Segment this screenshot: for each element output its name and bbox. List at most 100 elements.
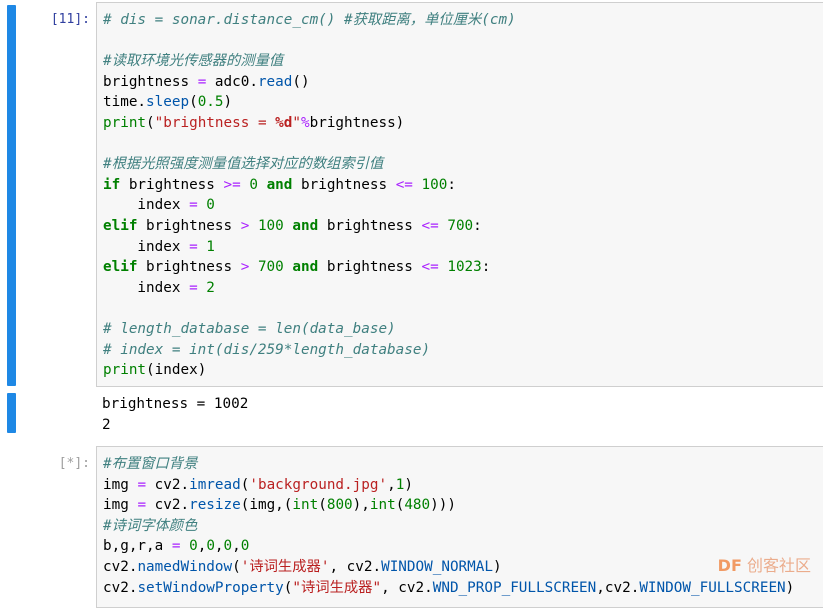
code-token: (index) — [146, 362, 207, 379]
code-line: #读取环境光传感器的测量值 — [103, 51, 823, 72]
code-token: <= — [395, 176, 413, 193]
code-token: = — [197, 73, 207, 90]
code-token: int — [369, 497, 396, 514]
code-token: 0 — [223, 538, 233, 555]
code-token: 1023 — [447, 259, 482, 276]
code-token: brightness — [103, 73, 198, 90]
code-token: namedWindow — [137, 558, 233, 575]
code-token: : — [473, 217, 482, 234]
cell-1-input[interactable]: # dis = sonar.distance_cm() #获取距离，单位厘米(c… — [96, 2, 823, 387]
code-line: img = cv2.resize(img,(int(800),int(480))… — [103, 495, 823, 516]
cell-selection-bar[interactable] — [7, 5, 16, 386]
output-collapse-bar[interactable] — [7, 393, 16, 433]
cell-1-code[interactable]: # dis = sonar.distance_cm() #获取距离，单位厘米(c… — [97, 3, 823, 381]
code-token: and — [266, 176, 293, 193]
code-token: 0.5 — [197, 94, 224, 111]
code-token: (img,( — [240, 497, 293, 514]
code-line: b,g,r,a = 0,0,0,0 — [103, 536, 823, 557]
code-token: ( — [189, 94, 198, 111]
code-token: index — [103, 238, 190, 255]
code-token: cv2. — [146, 476, 190, 493]
code-line: #诗词字体颜色 — [103, 516, 823, 537]
code-token: = — [189, 197, 198, 214]
code-token: ))) — [430, 497, 456, 514]
code-line: elif brightness > 700 and brightness <= … — [103, 257, 823, 278]
code-token: index — [103, 279, 190, 296]
code-token: 0 — [189, 538, 198, 555]
code-token: time. — [103, 94, 147, 111]
code-token: , — [214, 538, 224, 555]
code-line: cv2.setWindowProperty("诗词生成器", cv2.WND_P… — [103, 578, 823, 599]
code-token: #读取环境光传感器的测量值 — [103, 53, 284, 70]
code-token: #布置窗口背景 — [103, 456, 198, 472]
code-token: 0 — [206, 538, 215, 555]
code-token: = — [137, 476, 147, 493]
code-line: # index = int(dis/259*length_database) — [103, 340, 823, 361]
code-line: #根据光照强度测量值选择对应的数组索引值 — [103, 154, 823, 175]
code-line: if brightness >= 0 and brightness <= 100… — [103, 175, 823, 196]
code-token: brightness — [318, 259, 422, 276]
code-token: ( — [318, 497, 327, 514]
code-token: , — [232, 538, 241, 555]
code-token: = — [137, 497, 147, 514]
code-token: = — [189, 279, 198, 296]
code-token: brightness — [137, 217, 241, 234]
code-line: index = 0 — [103, 195, 823, 216]
code-token: # length_database = len(data_base) — [103, 320, 396, 337]
code-token: 'background.jpg' — [249, 476, 388, 493]
cell-2-code[interactable]: #布置窗口背景 img = cv2.imread('background.jpg'… — [97, 447, 823, 598]
code-token: "brightness = — [154, 114, 276, 131]
code-token: : — [447, 176, 456, 193]
code-token: , cv2. — [329, 558, 382, 575]
code-token: print — [103, 362, 147, 379]
code-token: and — [292, 217, 319, 234]
code-token: <= — [421, 259, 439, 276]
code-token: ( — [232, 558, 241, 575]
code-token: = — [189, 238, 198, 255]
code-token: WINDOW_NORMAL — [381, 558, 493, 575]
code-token: " — [292, 114, 301, 131]
code-token: 0 — [240, 538, 250, 555]
code-token: brightness) — [309, 114, 405, 131]
code-line: brightness = adc0.read() — [103, 72, 823, 93]
code-token: #根据光照强度测量值选择对应的数组索引值 — [103, 156, 384, 173]
code-token: resize — [189, 497, 241, 514]
code-token: #诗词字体颜色 — [103, 517, 198, 534]
code-token: setWindowProperty — [137, 579, 284, 596]
code-token: 0 — [249, 176, 258, 193]
code-token: brightness — [120, 176, 224, 193]
output-line: brightness = 1002 — [102, 396, 249, 412]
code-token: ), — [352, 497, 370, 514]
code-line: # length_database = len(data_base) — [103, 319, 823, 340]
output-line: 2 — [102, 416, 111, 433]
code-token: b,g,r,a — [103, 538, 172, 555]
code-token: if — [103, 176, 121, 193]
code-token: cv2. — [103, 579, 138, 596]
code-token: %d — [275, 114, 293, 131]
cell-2-input[interactable]: #布置窗口背景 img = cv2.imread('background.jpg'… — [96, 446, 823, 608]
code-token: % — [301, 114, 310, 131]
code-token: ,cv2. — [596, 579, 640, 596]
code-line: index = 1 — [103, 237, 823, 258]
code-token: 800 — [326, 497, 353, 514]
code-line: print("brightness = %d"%brightness) — [103, 113, 823, 134]
code-token: read — [257, 73, 293, 90]
code-token: <= — [421, 217, 439, 234]
code-token: '诗词生成器' — [240, 558, 330, 575]
code-token: ) — [785, 579, 795, 596]
code-token: 700 — [257, 259, 284, 276]
code-token: 100 — [421, 176, 448, 193]
cell-1-prompt: [11]: — [50, 12, 90, 27]
code-token: 700 — [447, 217, 474, 234]
code-token: ) — [223, 94, 233, 111]
code-line: time.sleep(0.5) — [103, 92, 823, 113]
code-token: elif — [103, 259, 138, 276]
